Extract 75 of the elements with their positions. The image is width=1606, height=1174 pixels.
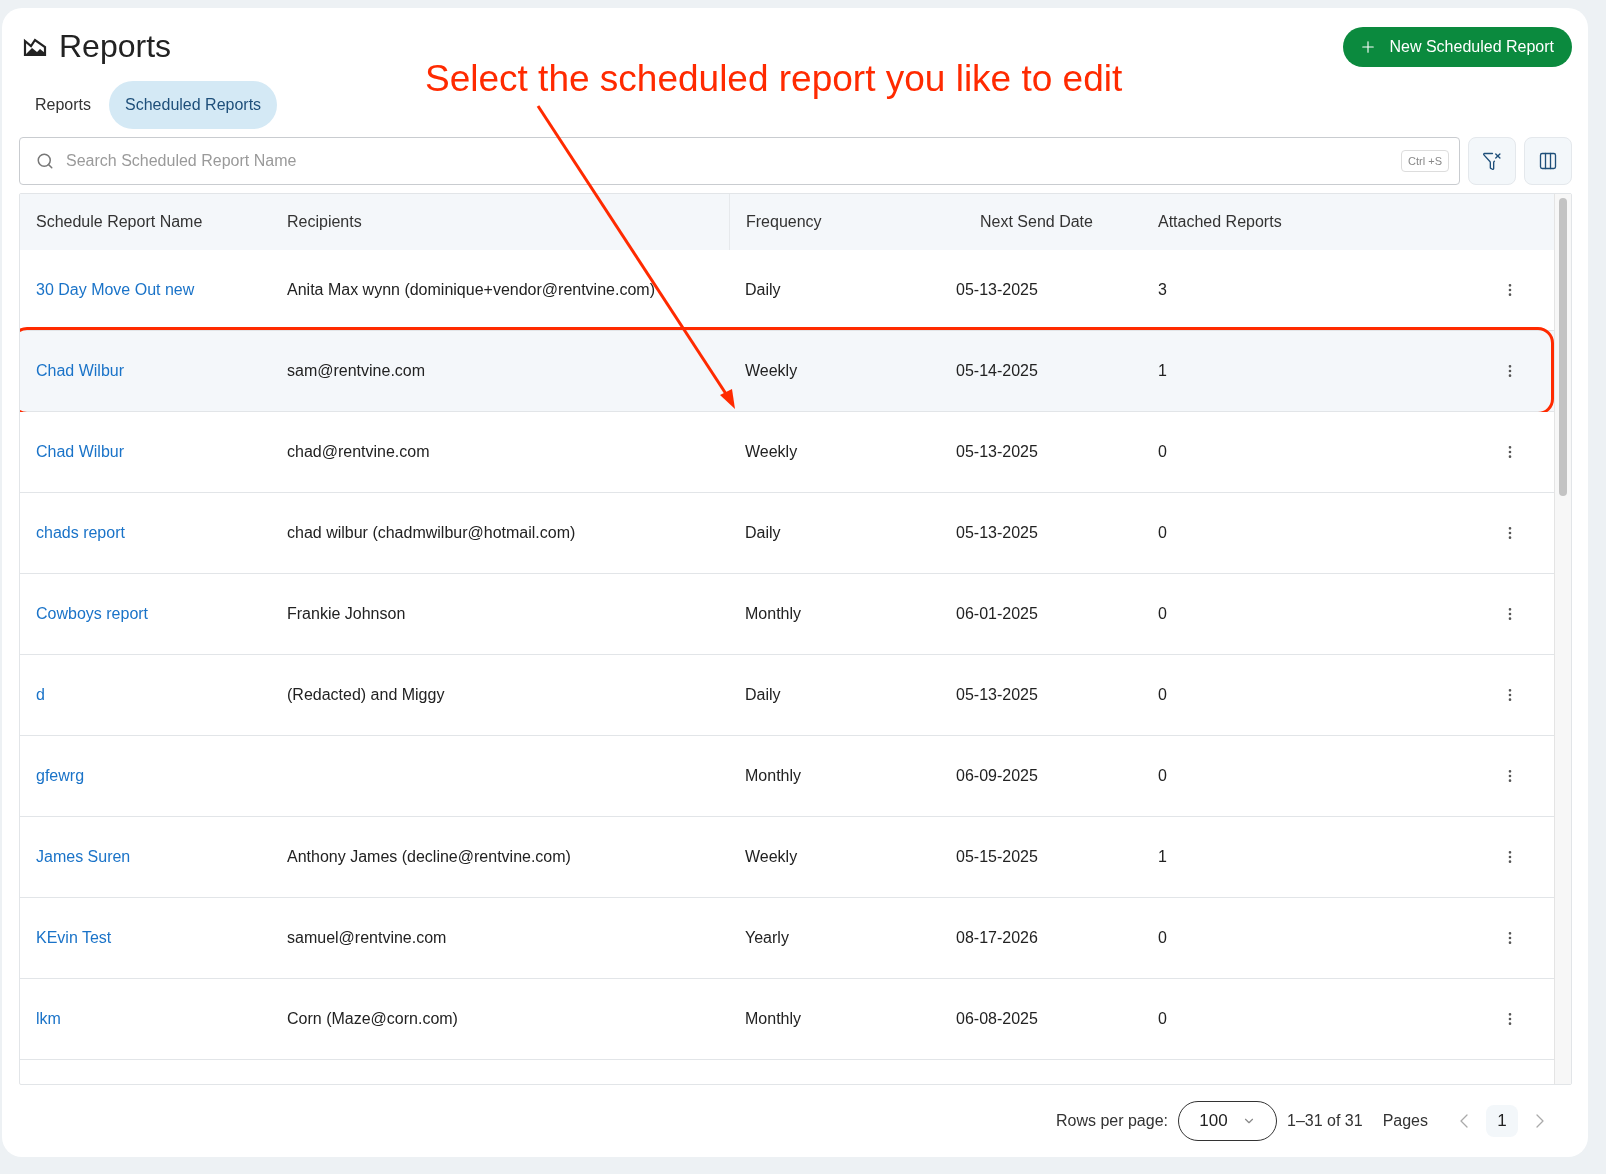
report-name-link[interactable]: d [36,685,45,704]
table-cell: 0 [1158,442,1167,460]
table-cell: 05-13-2025 [956,523,1038,541]
new-scheduled-report-button[interactable]: New Scheduled Report [1343,26,1572,67]
column-header: Recipients [287,212,362,231]
report-name-link[interactable]: lkm [36,1009,61,1028]
rows-per-page-select[interactable]: 100 [1178,1101,1277,1142]
tab[interactable]: Reports [19,80,108,129]
search-field[interactable]: Search Scheduled Report Name Ctrl +S [19,136,1460,185]
scrollbar-thumb[interactable] [1559,197,1567,496]
table-cell: chad@rentvine.com [287,442,430,460]
table-cell: Daily [745,523,781,541]
report-name-link[interactable]: KEvin Test [36,928,112,947]
report-name-link[interactable]: Chad Wilbur [36,442,125,461]
table-cell: Monthly [745,1009,802,1027]
column-header: Attached Reports [1158,212,1282,231]
annotation-text: Select the scheduled report you like to edit [425,58,1123,100]
filter-clear-icon [1482,150,1502,171]
report-name-link[interactable]: chads report [36,523,125,542]
search-icon [36,151,54,170]
report-name-link[interactable]: James Suren [36,847,131,866]
mountain-icon [23,36,47,57]
table-cell: 08-17-2026 [956,928,1038,946]
table-cell: 0 [1158,766,1167,784]
tab[interactable]: Scheduled Reports [109,80,278,129]
table-cell: 3 [1158,280,1167,298]
clear-filter-button[interactable] [1468,136,1516,185]
table-cell: 1 [1158,847,1167,865]
table-cell: 06-08-2025 [956,1009,1038,1027]
table-cell: Anthony James (decline@rentvine.com) [287,847,571,865]
table-cell: 05-13-2025 [956,280,1038,298]
page-range: 1–31 of 31 [1287,1112,1363,1131]
table-cell: (Redacted) and Miggy [287,685,445,703]
table-cell: 05-14-2025 [956,361,1038,379]
table-row[interactable]: Chad Wilbur chad@rentvine.com Weekly 05-13-2025 0 [20,411,1554,493]
pages-label: Pages [1382,1112,1428,1131]
report-name-link[interactable]: Cowboys report [36,604,149,623]
report-name-link[interactable]: 30 Day Move Out new [36,280,195,299]
table-cell: Corn (Maze@corn.com) [287,1009,458,1027]
table-cell: 05-15-2025 [956,847,1038,865]
table-cell: Weekly [745,847,798,865]
table-cell: 0 [1158,523,1167,541]
table-cell: 06-01-2025 [956,604,1038,622]
column-header: Schedule Report Name [36,212,203,231]
column-header: Next Send Date [980,212,1093,231]
table-cell: Monthly [745,604,802,622]
table-cell: 0 [1158,928,1167,946]
column-header: Frequency [746,212,822,231]
columns-icon [1538,150,1558,171]
page-button[interactable]: 1 [1486,1105,1518,1138]
table-cell: 06-09-2025 [956,766,1038,784]
table-row[interactable]: Chad Wilbur sam@rentvine.com Weekly 05-14-2025 1 [20,330,1554,412]
table-cell: sam@rentvine.com [287,361,426,379]
table-cell: 05-13-2025 [956,685,1038,703]
columns-button[interactable] [1524,136,1572,185]
table-cell: Daily [745,685,781,703]
table-cell: Frankie Johnson [287,604,406,622]
table-cell: 0 [1158,685,1167,703]
table-cell: Weekly [745,361,798,379]
table-cell: 05-13-2025 [956,442,1038,460]
table-cell: Daily [745,280,781,298]
table-cell: Monthly [745,766,802,784]
page-title: Reports [59,28,172,66]
table-cell: Yearly [745,928,789,946]
table-cell: Weekly [745,442,798,460]
report-name-link[interactable]: Chad Wilbur [36,361,125,380]
rows-per-page-label: Rows per page: [1055,1112,1168,1131]
table-cell: Anita Max wynn (dominique+vendor@rentvine.com) [287,280,655,298]
report-name-link[interactable]: gfewrg [36,766,85,785]
table-cell: 0 [1158,604,1167,622]
shortcut-hint: Ctrl +S [1401,149,1449,172]
table-cell: 0 [1158,1009,1167,1027]
table-cell: chad wilbur (chadmwilbur@hotmail.com) [287,523,576,541]
table-cell: 1 [1158,361,1167,379]
table-cell: samuel@rentvine.com [287,928,447,946]
